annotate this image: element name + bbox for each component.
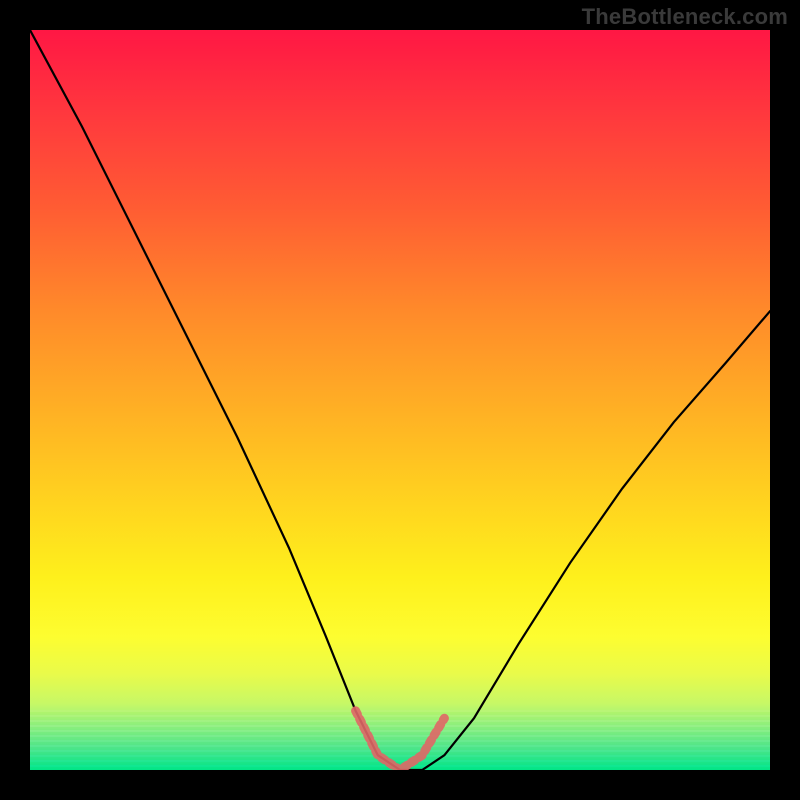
trough-highlight-path [356,711,445,770]
curve-svg [30,30,770,770]
bottleneck-curve-path [30,30,770,770]
chart-frame: TheBottleneck.com [0,0,800,800]
plot-area [30,30,770,770]
watermark-text: TheBottleneck.com [582,4,788,30]
